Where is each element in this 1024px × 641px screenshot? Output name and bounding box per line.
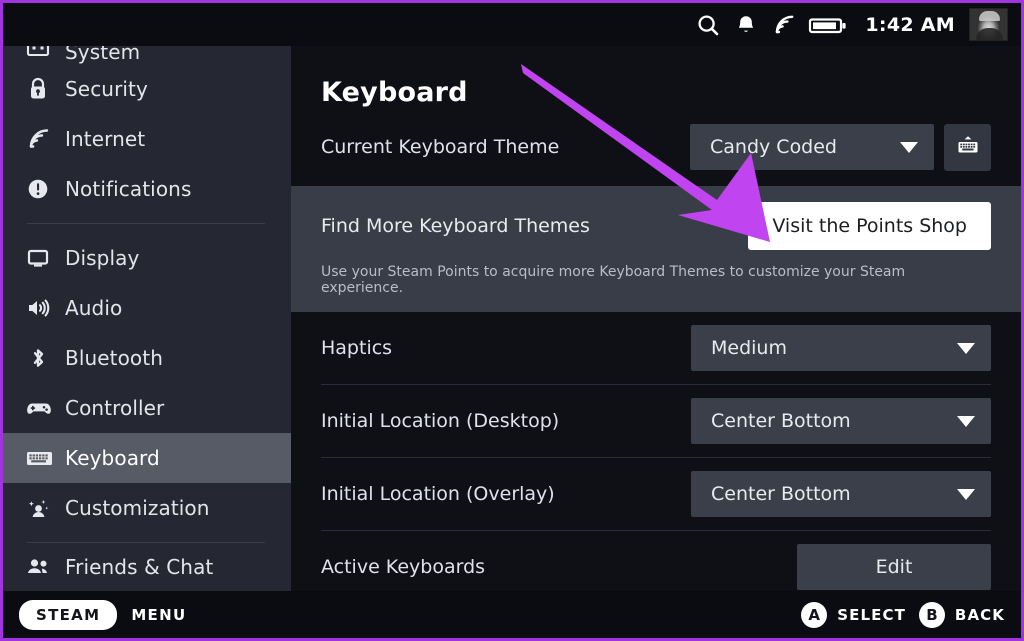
sidebar-item-bluetooth[interactable]: Bluetooth: [3, 333, 291, 383]
sidebar-item-friends-and-chat[interactable]: Friends & Chat: [3, 552, 291, 582]
friends-icon: [25, 552, 65, 582]
sidebar-item-internet[interactable]: Internet: [3, 114, 291, 164]
sparkle-person-icon: [25, 493, 65, 523]
initial-location-overlay-label: Initial Location (Overlay): [321, 483, 555, 505]
haptics-value: Medium: [711, 337, 787, 359]
hint-select[interactable]: A SELECT: [801, 601, 906, 628]
b-button-icon: B: [918, 601, 945, 628]
settings-main-panel: Keyboard Current Keyboard Theme Candy Co…: [291, 46, 1021, 615]
battery-icon[interactable]: [803, 5, 853, 45]
keyboard-preview-icon: [953, 131, 983, 163]
sidebar-item-label: Security: [65, 77, 148, 101]
sidebar-divider: [27, 542, 265, 543]
steam-button[interactable]: STEAM: [19, 599, 118, 630]
haptics-dropdown[interactable]: Medium: [691, 325, 991, 371]
search-icon[interactable]: [689, 5, 727, 45]
button-hints: A SELECT B BACK: [801, 601, 1005, 628]
wifi-icon: [25, 124, 65, 154]
active-keyboards-label: Active Keyboards: [321, 556, 486, 578]
chevron-down-icon: [900, 141, 918, 153]
sidebar-item-label: Display: [65, 246, 140, 270]
initial-location-desktop-label: Initial Location (Desktop): [321, 410, 560, 432]
find-more-themes-label: Find More Keyboard Themes: [321, 215, 590, 237]
current-keyboard-theme-row: Current Keyboard Theme Candy Coded: [291, 108, 1021, 186]
find-more-themes-description: Use your Steam Points to acquire more Ke…: [321, 264, 906, 296]
sidebar-divider: [27, 223, 265, 224]
initial-location-overlay-value: Center Bottom: [711, 483, 851, 505]
sidebar-item-label: Bluetooth: [65, 346, 163, 370]
sidebar-item-customization[interactable]: Customization: [3, 483, 291, 533]
sidebar-item-label: Controller: [65, 396, 165, 420]
initial-location-desktop-value: Center Bottom: [711, 410, 851, 432]
lock-icon: [25, 74, 65, 104]
theme-controls: Candy Coded: [690, 123, 991, 171]
chevron-down-icon: [957, 488, 975, 500]
notification-icon: [25, 174, 65, 204]
initial-location-overlay-row: Initial Location (Overlay) Center Bottom: [291, 458, 1021, 530]
hint-back-label: BACK: [954, 605, 1005, 624]
avatar[interactable]: [969, 8, 1008, 41]
visit-points-shop-button[interactable]: Visit the Points Shop: [748, 202, 991, 250]
sidebar-item-keyboard[interactable]: Keyboard: [3, 433, 291, 483]
initial-location-overlay-dropdown[interactable]: Center Bottom: [691, 471, 991, 517]
sidebar-item-label: Keyboard: [65, 446, 160, 470]
sidebar-item-label: Notifications: [65, 177, 192, 201]
settings-sidebar[interactable]: System Security Internet Notifications D…: [3, 30, 291, 615]
speaker-icon: [25, 293, 65, 323]
sidebar-item-controller[interactable]: Controller: [3, 383, 291, 433]
sidebar-item-label: Customization: [65, 496, 210, 520]
sidebar-item-display[interactable]: Display: [3, 233, 291, 283]
bell-icon[interactable]: [727, 5, 765, 45]
sidebar-item-label: Internet: [65, 127, 146, 151]
find-more-themes-row: Find More Keyboard Themes Visit the Poin…: [291, 186, 1021, 254]
hint-select-label: SELECT: [837, 605, 906, 624]
initial-location-desktop-row: Initial Location (Desktop) Center Bottom: [291, 385, 1021, 457]
find-more-keyboard-themes-section: Find More Keyboard Themes Visit the Poin…: [291, 186, 1021, 312]
monitor-icon: [25, 243, 65, 273]
wifi-icon[interactable]: [765, 5, 803, 45]
gamepad-icon: [25, 393, 65, 423]
sidebar-item-notifications[interactable]: Notifications: [3, 164, 291, 214]
steam-deck-settings-screen: System Security Internet Notifications D…: [0, 0, 1024, 641]
bottom-bar: STEAM MENU A SELECT B BACK: [3, 591, 1021, 638]
hint-back[interactable]: B BACK: [918, 601, 1005, 628]
page-title: Keyboard: [321, 77, 468, 108]
keyboard-theme-dropdown[interactable]: Candy Coded: [690, 124, 934, 170]
keyboard-preview-button[interactable]: [944, 123, 991, 171]
keyboard-theme-value: Candy Coded: [710, 136, 837, 158]
status-bar: 1:42 AM: [3, 3, 1021, 46]
clock-time: 1:42 AM: [865, 13, 955, 36]
haptics-row: Haptics Medium: [291, 312, 1021, 384]
current-keyboard-theme-label: Current Keyboard Theme: [321, 136, 560, 158]
chevron-down-icon: [957, 342, 975, 354]
bluetooth-icon: [25, 343, 65, 373]
initial-location-desktop-dropdown[interactable]: Center Bottom: [691, 398, 991, 444]
sidebar-item-security[interactable]: Security: [3, 64, 291, 114]
keyboard-icon: [25, 443, 65, 473]
chevron-down-icon: [957, 415, 975, 427]
sidebar-item-audio[interactable]: Audio: [3, 283, 291, 333]
sidebar-item-label: Audio: [65, 296, 123, 320]
sidebar-item-label: Friends & Chat: [65, 555, 214, 579]
active-keyboards-edit-button[interactable]: Edit: [797, 544, 991, 590]
a-button-icon: A: [801, 601, 828, 628]
haptics-label: Haptics: [321, 337, 393, 359]
menu-label: MENU: [131, 605, 187, 624]
